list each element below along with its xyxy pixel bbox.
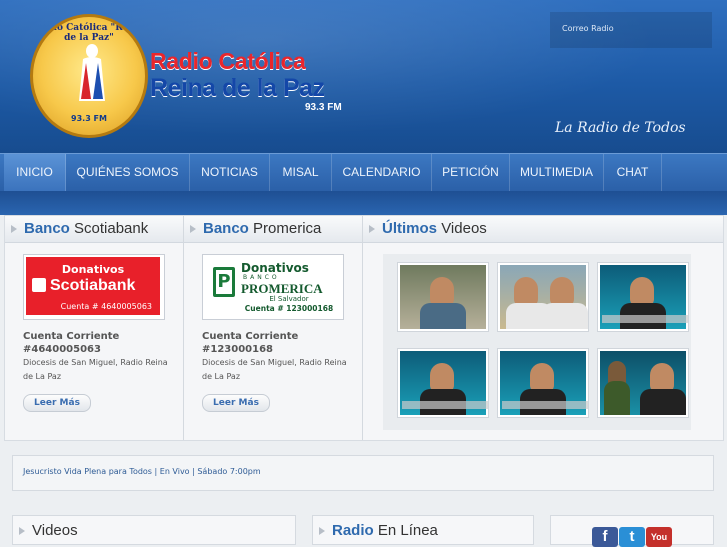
brand-name: Radio Católica bbox=[150, 48, 306, 74]
section-title: Banco Scotiabank bbox=[24, 220, 149, 237]
bullet-arrow-icon bbox=[190, 225, 196, 233]
virgin-mary-icon bbox=[79, 44, 105, 101]
promerica-logo: P Donativos BANCO PROMERICA El Salvador … bbox=[205, 257, 339, 315]
section-title: Videos bbox=[32, 522, 78, 539]
nav-item-noticias[interactable]: NOTICIAS bbox=[190, 154, 270, 191]
promerica-account: Cuenta # 123000168 bbox=[244, 304, 334, 313]
thumbnail-image bbox=[600, 265, 688, 329]
program-ticker: Jesucristo Vida Plena para Todos | En Vi… bbox=[12, 455, 714, 491]
nav-band bbox=[0, 191, 727, 215]
section-title: Últimos Videos bbox=[382, 220, 487, 237]
scotiabank-account: Cuenta # 4640005063 bbox=[60, 302, 152, 311]
scotiabank-donation-image[interactable]: Donativos Scotiabank Cuenta # 4640005063 bbox=[23, 254, 165, 320]
promerica-country: El Salvador bbox=[269, 295, 309, 303]
nav-item-quienes-somos[interactable]: QUIÉNES SOMOS bbox=[66, 154, 190, 191]
section-header: Banco Promerica bbox=[184, 216, 362, 243]
thumbnail-image bbox=[600, 351, 686, 415]
section-header: Últimos Videos bbox=[363, 216, 723, 243]
banco-label: BANCO bbox=[243, 274, 280, 281]
promerica-donation-image[interactable]: P Donativos BANCO PROMERICA El Salvador … bbox=[202, 254, 344, 320]
video-thumbnail[interactable] bbox=[497, 348, 589, 418]
main-content: Banco Scotiabank Donativos Scotiabank Cu… bbox=[4, 215, 724, 441]
caption-bar bbox=[602, 315, 688, 323]
promerica-p-icon: P bbox=[213, 267, 235, 297]
scotiabank-logo: Donativos Scotiabank Cuenta # 4640005063 bbox=[26, 257, 160, 315]
brand-frequency: 93.3 FM bbox=[305, 102, 342, 113]
correo-radio-box: Correo Radio bbox=[550, 12, 712, 48]
nav-item-inicio[interactable]: INICIO bbox=[4, 154, 66, 191]
nav-item-chat[interactable]: CHAT bbox=[604, 154, 662, 191]
twitter-icon[interactable]: t bbox=[619, 527, 645, 547]
latest-videos-column: Últimos Videos bbox=[363, 216, 723, 440]
leer-mas-button[interactable]: Leer Más bbox=[202, 394, 270, 412]
scotiabank-name: Scotiabank bbox=[50, 277, 136, 294]
nav-item-multimedia[interactable]: MULTIMEDIA bbox=[510, 154, 604, 191]
site-header: Radio Católica "Reina de la Paz" 93.3 FM… bbox=[0, 0, 727, 153]
bullet-arrow-icon bbox=[19, 527, 25, 535]
bullet-arrow-icon bbox=[11, 225, 17, 233]
donativos-label: Donativos bbox=[241, 261, 309, 275]
section-header: Banco Scotiabank bbox=[5, 216, 183, 243]
nav-item-calendario[interactable]: CALENDARIO bbox=[332, 154, 432, 191]
person-body bbox=[640, 389, 686, 415]
caption-bar bbox=[502, 401, 588, 409]
account-description: Diocesis de San Miguel, Radio Reina de L… bbox=[202, 358, 347, 381]
radio-online-header: Radio En Línea bbox=[312, 515, 534, 545]
youtube-icon[interactable]: You bbox=[646, 527, 672, 547]
video-thumbnail[interactable] bbox=[497, 262, 589, 332]
video-thumbnail[interactable] bbox=[397, 348, 489, 418]
bank-scotiabank-column: Banco Scotiabank Donativos Scotiabank Cu… bbox=[5, 216, 183, 440]
bullet-arrow-icon bbox=[369, 225, 375, 233]
icon-image-body bbox=[604, 381, 630, 415]
main-nav: INICIO QUIÉNES SOMOS NOTICIAS MISAL CALE… bbox=[0, 153, 727, 191]
person-body bbox=[420, 303, 466, 329]
brand-subname: Reina de la Paz bbox=[150, 74, 325, 102]
video-thumbnail[interactable] bbox=[597, 262, 689, 332]
thumbnail-image bbox=[400, 265, 486, 329]
nav-item-peticion[interactable]: PETICIÓN bbox=[432, 154, 510, 191]
thumbnail-image bbox=[500, 351, 588, 415]
thumbnail-image bbox=[400, 351, 488, 415]
bank-promerica-column: Banco Promerica P Donativos BANCO PROMER… bbox=[184, 216, 362, 440]
videos-bottom-header: Videos bbox=[12, 515, 296, 545]
ticker-text[interactable]: Jesucristo Vida Plena para Todos | En Vi… bbox=[23, 467, 261, 476]
nav-item-misal[interactable]: MISAL bbox=[270, 154, 332, 191]
scotiabank-s-icon bbox=[32, 278, 46, 292]
leer-mas-button[interactable]: Leer Más bbox=[23, 394, 91, 412]
correo-radio-link[interactable]: Correo Radio bbox=[562, 24, 614, 33]
video-thumbnail-grid bbox=[383, 254, 691, 430]
video-thumbnail[interactable] bbox=[597, 348, 689, 418]
tagline: La Radio de Todos bbox=[555, 120, 686, 136]
facebook-icon[interactable]: f bbox=[592, 527, 618, 547]
bullet-arrow-icon bbox=[319, 527, 325, 535]
seal-ring-text: Radio Católica "Reina de la Paz" bbox=[33, 23, 145, 43]
thumbnail-image bbox=[500, 265, 588, 329]
seal-frequency: 93.3 FM bbox=[71, 114, 107, 123]
radio-seal-logo[interactable]: Radio Católica "Reina de la Paz" 93.3 FM bbox=[30, 14, 148, 138]
account-description: Diocesis de San Miguel, Radio Reina de L… bbox=[23, 358, 168, 381]
account-title: Cuenta Corriente #4640005063 bbox=[23, 331, 120, 355]
account-title: Cuenta Corriente #123000168 bbox=[202, 331, 299, 355]
person-body bbox=[542, 303, 588, 329]
section-title: Banco Promerica bbox=[203, 220, 322, 237]
caption-bar bbox=[402, 401, 488, 409]
video-thumbnail[interactable] bbox=[397, 262, 489, 332]
section-title: Radio En Línea bbox=[332, 522, 438, 539]
donativos-label: Donativos bbox=[61, 263, 125, 276]
